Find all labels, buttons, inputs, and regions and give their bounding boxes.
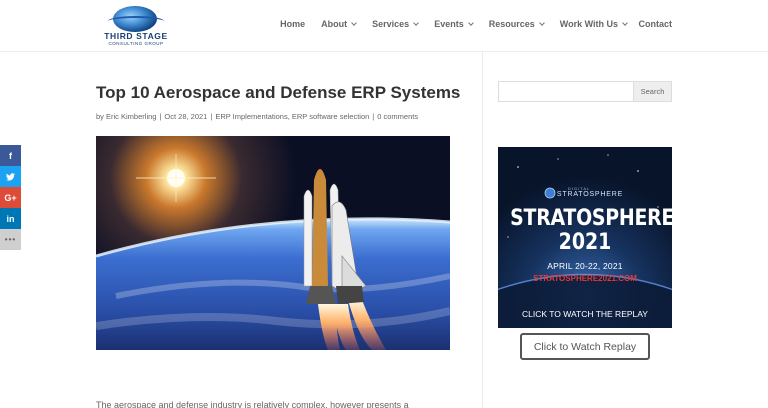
ad-year: 2021 <box>558 230 612 255</box>
meta-category-link[interactable]: ERP Implementations <box>215 112 287 121</box>
chevron-down-icon <box>413 19 420 26</box>
google-plus-icon: G+ <box>4 192 17 203</box>
page: THIRD STAGE CONSULTING GROUP Home About … <box>0 0 768 408</box>
featured-image <box>96 136 450 350</box>
nav-item-contact[interactable]: Contact <box>639 19 673 29</box>
nav-item-work-with-us[interactable]: Work With Us <box>559 19 628 29</box>
chevron-down-icon <box>622 19 628 26</box>
nav-label: Events <box>434 19 464 29</box>
more-share-button[interactable]: ••• <box>0 229 21 250</box>
main-nav: Home About Services Events Resources Wor… <box>264 19 628 29</box>
nav-item-services[interactable]: Services <box>372 19 420 29</box>
meta-prefix: by <box>96 112 104 121</box>
watch-replay-button[interactable]: Click to Watch Replay <box>520 333 650 360</box>
more-dots-icon: ••• <box>4 235 17 244</box>
site-header: THIRD STAGE CONSULTING GROUP Home About … <box>0 0 768 52</box>
post-body-text: The aerospace and defense industry is re… <box>96 400 409 408</box>
nav-label: Home <box>280 19 306 29</box>
social-share-bar: f G+ in ••• <box>0 145 21 250</box>
nav-label: Resources <box>488 19 535 29</box>
logo-subtitle: CONSULTING GROUP <box>108 41 164 46</box>
nav-label: Services <box>372 19 410 29</box>
meta-category-link[interactable]: ERP software selection <box>292 112 369 121</box>
nav-item-events[interactable]: Events <box>434 19 474 29</box>
post-title: Top 10 Aerospace and Defense ERP Systems <box>96 83 461 102</box>
ad-cta: CLICK TO WATCH THE REPLAY <box>522 309 648 319</box>
logo-title: THIRD STAGE <box>104 31 168 41</box>
chevron-down-icon <box>467 19 474 26</box>
nav-item-about[interactable]: About <box>321 19 357 29</box>
ad-title: STRATOSPHERE <box>510 206 672 231</box>
linkedin-share-button[interactable]: in <box>0 208 21 229</box>
search-input[interactable] <box>499 82 633 101</box>
search-button[interactable]: Search <box>633 82 671 101</box>
column-divider <box>482 52 483 408</box>
twitter-icon <box>6 172 15 181</box>
nav-label: Work With Us <box>559 19 618 29</box>
nav-item-resources[interactable]: Resources <box>488 19 545 29</box>
google-plus-share-button[interactable]: G+ <box>0 187 21 208</box>
ad-url: STRATOSPHERE2021.COM <box>533 274 637 283</box>
logo-arc <box>108 16 164 26</box>
facebook-icon: f <box>9 150 12 161</box>
chevron-down-icon <box>538 19 545 26</box>
browser-frame: THIRD STAGE CONSULTING GROUP Home About … <box>0 0 768 408</box>
nav-item-home[interactable]: Home <box>280 19 305 29</box>
linkedin-icon: in <box>6 213 15 224</box>
meta-date: Oct 28, 2021 <box>164 112 208 121</box>
ad-brand: STRATOSPHERE <box>556 191 624 198</box>
meta-comments-link[interactable]: 0 comments <box>377 112 418 121</box>
search-form: Search <box>498 81 672 102</box>
post-meta: by Eric Kimberling | Oct 28, 2021 | ERP Impl… <box>96 112 419 121</box>
rocket-launch-image <box>96 136 450 350</box>
chevron-down-icon <box>351 19 357 26</box>
ad-date: APRIL 20-22, 2021 <box>547 261 623 271</box>
stratosphere-ad-banner[interactable]: DIGITAL STRATOSPHERE STRATOSPHERE 2021 A… <box>498 147 672 328</box>
site-logo[interactable]: THIRD STAGE CONSULTING GROUP <box>100 6 172 46</box>
meta-author-link[interactable]: Eric Kimberling <box>106 112 156 121</box>
facebook-share-button[interactable]: f <box>0 145 21 166</box>
twitter-share-button[interactable] <box>0 166 21 187</box>
nav-label: About <box>321 19 348 29</box>
